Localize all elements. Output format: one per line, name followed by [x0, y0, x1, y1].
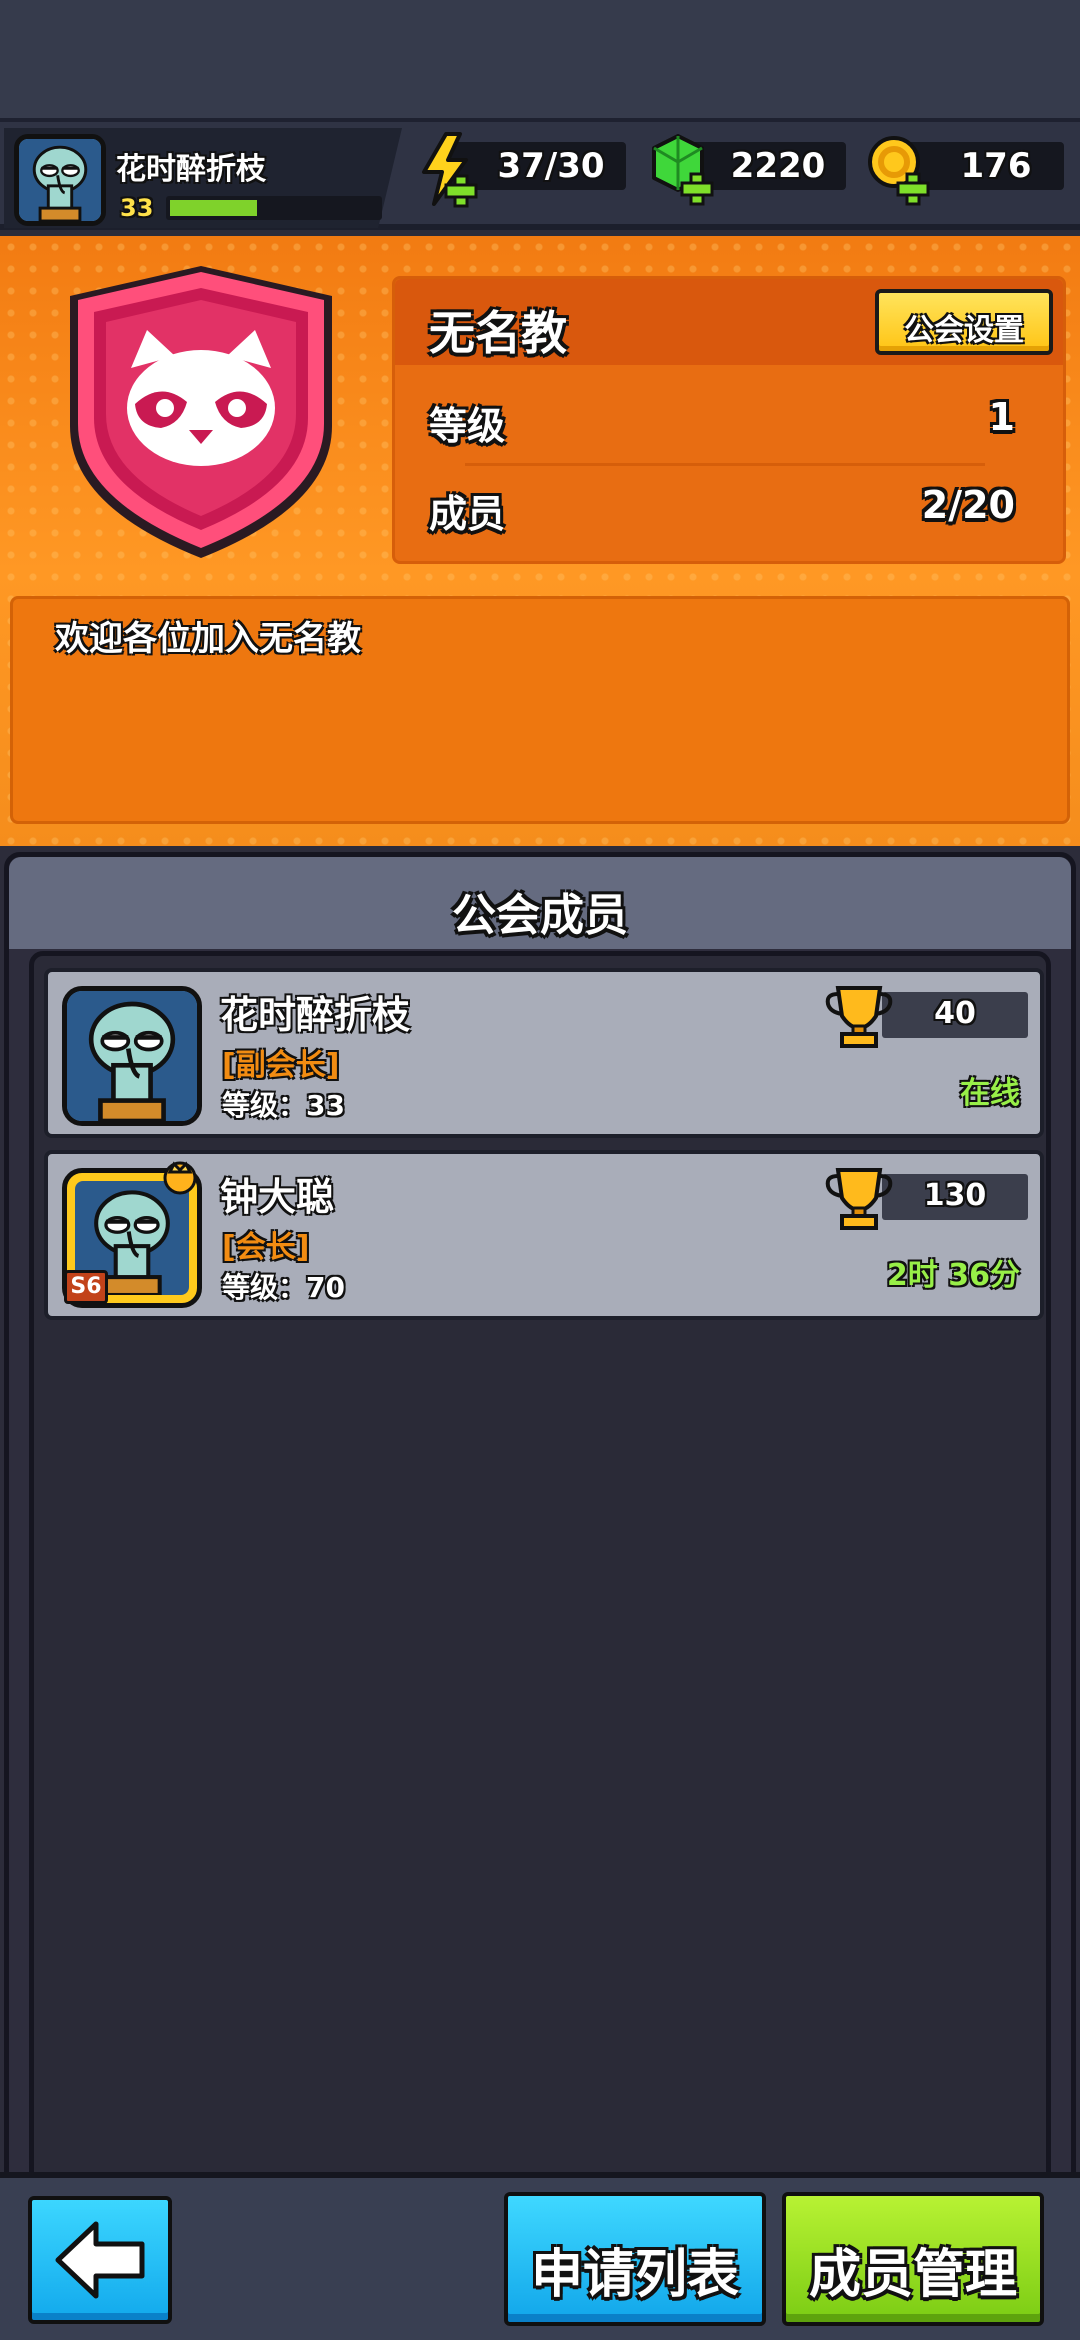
back-arrow-icon	[55, 2221, 145, 2299]
season-badge: S6	[64, 1270, 108, 1304]
member-status: 2时 36分	[886, 1258, 1020, 1293]
members-list[interactable]: 花时醉折枝 [副会长] 等级：33 40 在线 S6 钟大聪 [会长] 等级：7…	[29, 951, 1051, 2191]
member-role: [会长]	[222, 1230, 310, 1265]
member-avatar[interactable]	[62, 986, 202, 1126]
member-level: 等级：33	[222, 1089, 345, 1122]
guild-name: 无名教	[429, 306, 567, 360]
apply-list-label: 申请列表	[530, 2245, 739, 2305]
members-header: 公会成员	[9, 857, 1071, 949]
member-manage-label: 成员管理	[808, 2245, 1017, 2305]
guild-level-label: 等级	[429, 404, 506, 448]
apply-list-button[interactable]: 申请列表	[504, 2192, 766, 2326]
coin-value: 176	[960, 146, 1032, 186]
guild-members-value: 2/20	[921, 483, 1015, 527]
energy-bolt-icon[interactable]	[416, 132, 484, 208]
guild-settings-label: 公会设置	[904, 313, 1024, 348]
coin-icon[interactable]	[866, 134, 936, 206]
trophy-value: 130	[923, 1178, 987, 1213]
xp-bar	[166, 196, 382, 220]
trophy-icon	[825, 986, 893, 1048]
guild-members-label: 成员	[429, 492, 506, 536]
player-name: 花时醉折枝	[116, 152, 266, 187]
trophy-icon	[825, 1168, 893, 1230]
divider	[465, 463, 985, 466]
member-name: 花时醉折枝	[220, 993, 411, 1037]
members-title: 公会成员	[452, 890, 628, 941]
member-name: 钟大聪	[220, 1175, 335, 1219]
guild-name-band: 无名教 公会设置	[395, 279, 1063, 365]
trophy-counter: 130	[882, 1174, 1028, 1220]
player-level: 33	[120, 194, 154, 222]
trophy-value: 40	[934, 996, 976, 1031]
player-avatar[interactable]	[14, 134, 106, 226]
guild-description: 欢迎各位加入无名教	[55, 619, 361, 659]
back-button[interactable]	[28, 2196, 172, 2324]
guild-info-panel: 无名教 公会设置 等级 1 成员 2/20	[392, 276, 1066, 564]
gem-value: 2220	[730, 146, 826, 186]
status-bar-area	[0, 0, 1080, 118]
trophy-counter: 40	[882, 992, 1028, 1038]
member-role: [副会长]	[222, 1048, 340, 1083]
xp-fill	[170, 200, 257, 216]
energy-value: 37/30	[497, 146, 605, 186]
guild-members-panel: 公会成员 花时醉折枝 [副会长] 等级：33 40 在线 S6 钟大聪 [会长]…	[4, 852, 1076, 2191]
gem-icon[interactable]	[652, 134, 720, 206]
member-manage-button[interactable]: 成员管理	[782, 2192, 1044, 2326]
member-status: 在线	[960, 1076, 1020, 1111]
squid-face-icon	[19, 139, 101, 221]
squid-face-icon	[67, 991, 197, 1121]
member-level: 等级：70	[222, 1271, 345, 1304]
raccoon-emblem-icon[interactable]	[56, 258, 346, 568]
guild-settings-button[interactable]: 公会设置	[875, 289, 1053, 355]
member-card[interactable]: S6 钟大聪 [会长] 等级：70 130 2时 36分	[44, 1150, 1044, 1320]
crown-icon	[163, 1161, 197, 1195]
member-card[interactable]: 花时醉折枝 [副会长] 等级：33 40 在线	[44, 968, 1044, 1138]
guild-level-value: 1	[988, 395, 1015, 439]
guild-description-panel: 欢迎各位加入无名教	[10, 596, 1070, 824]
player-panel[interactable]: 花时醉折枝 33	[4, 128, 402, 234]
